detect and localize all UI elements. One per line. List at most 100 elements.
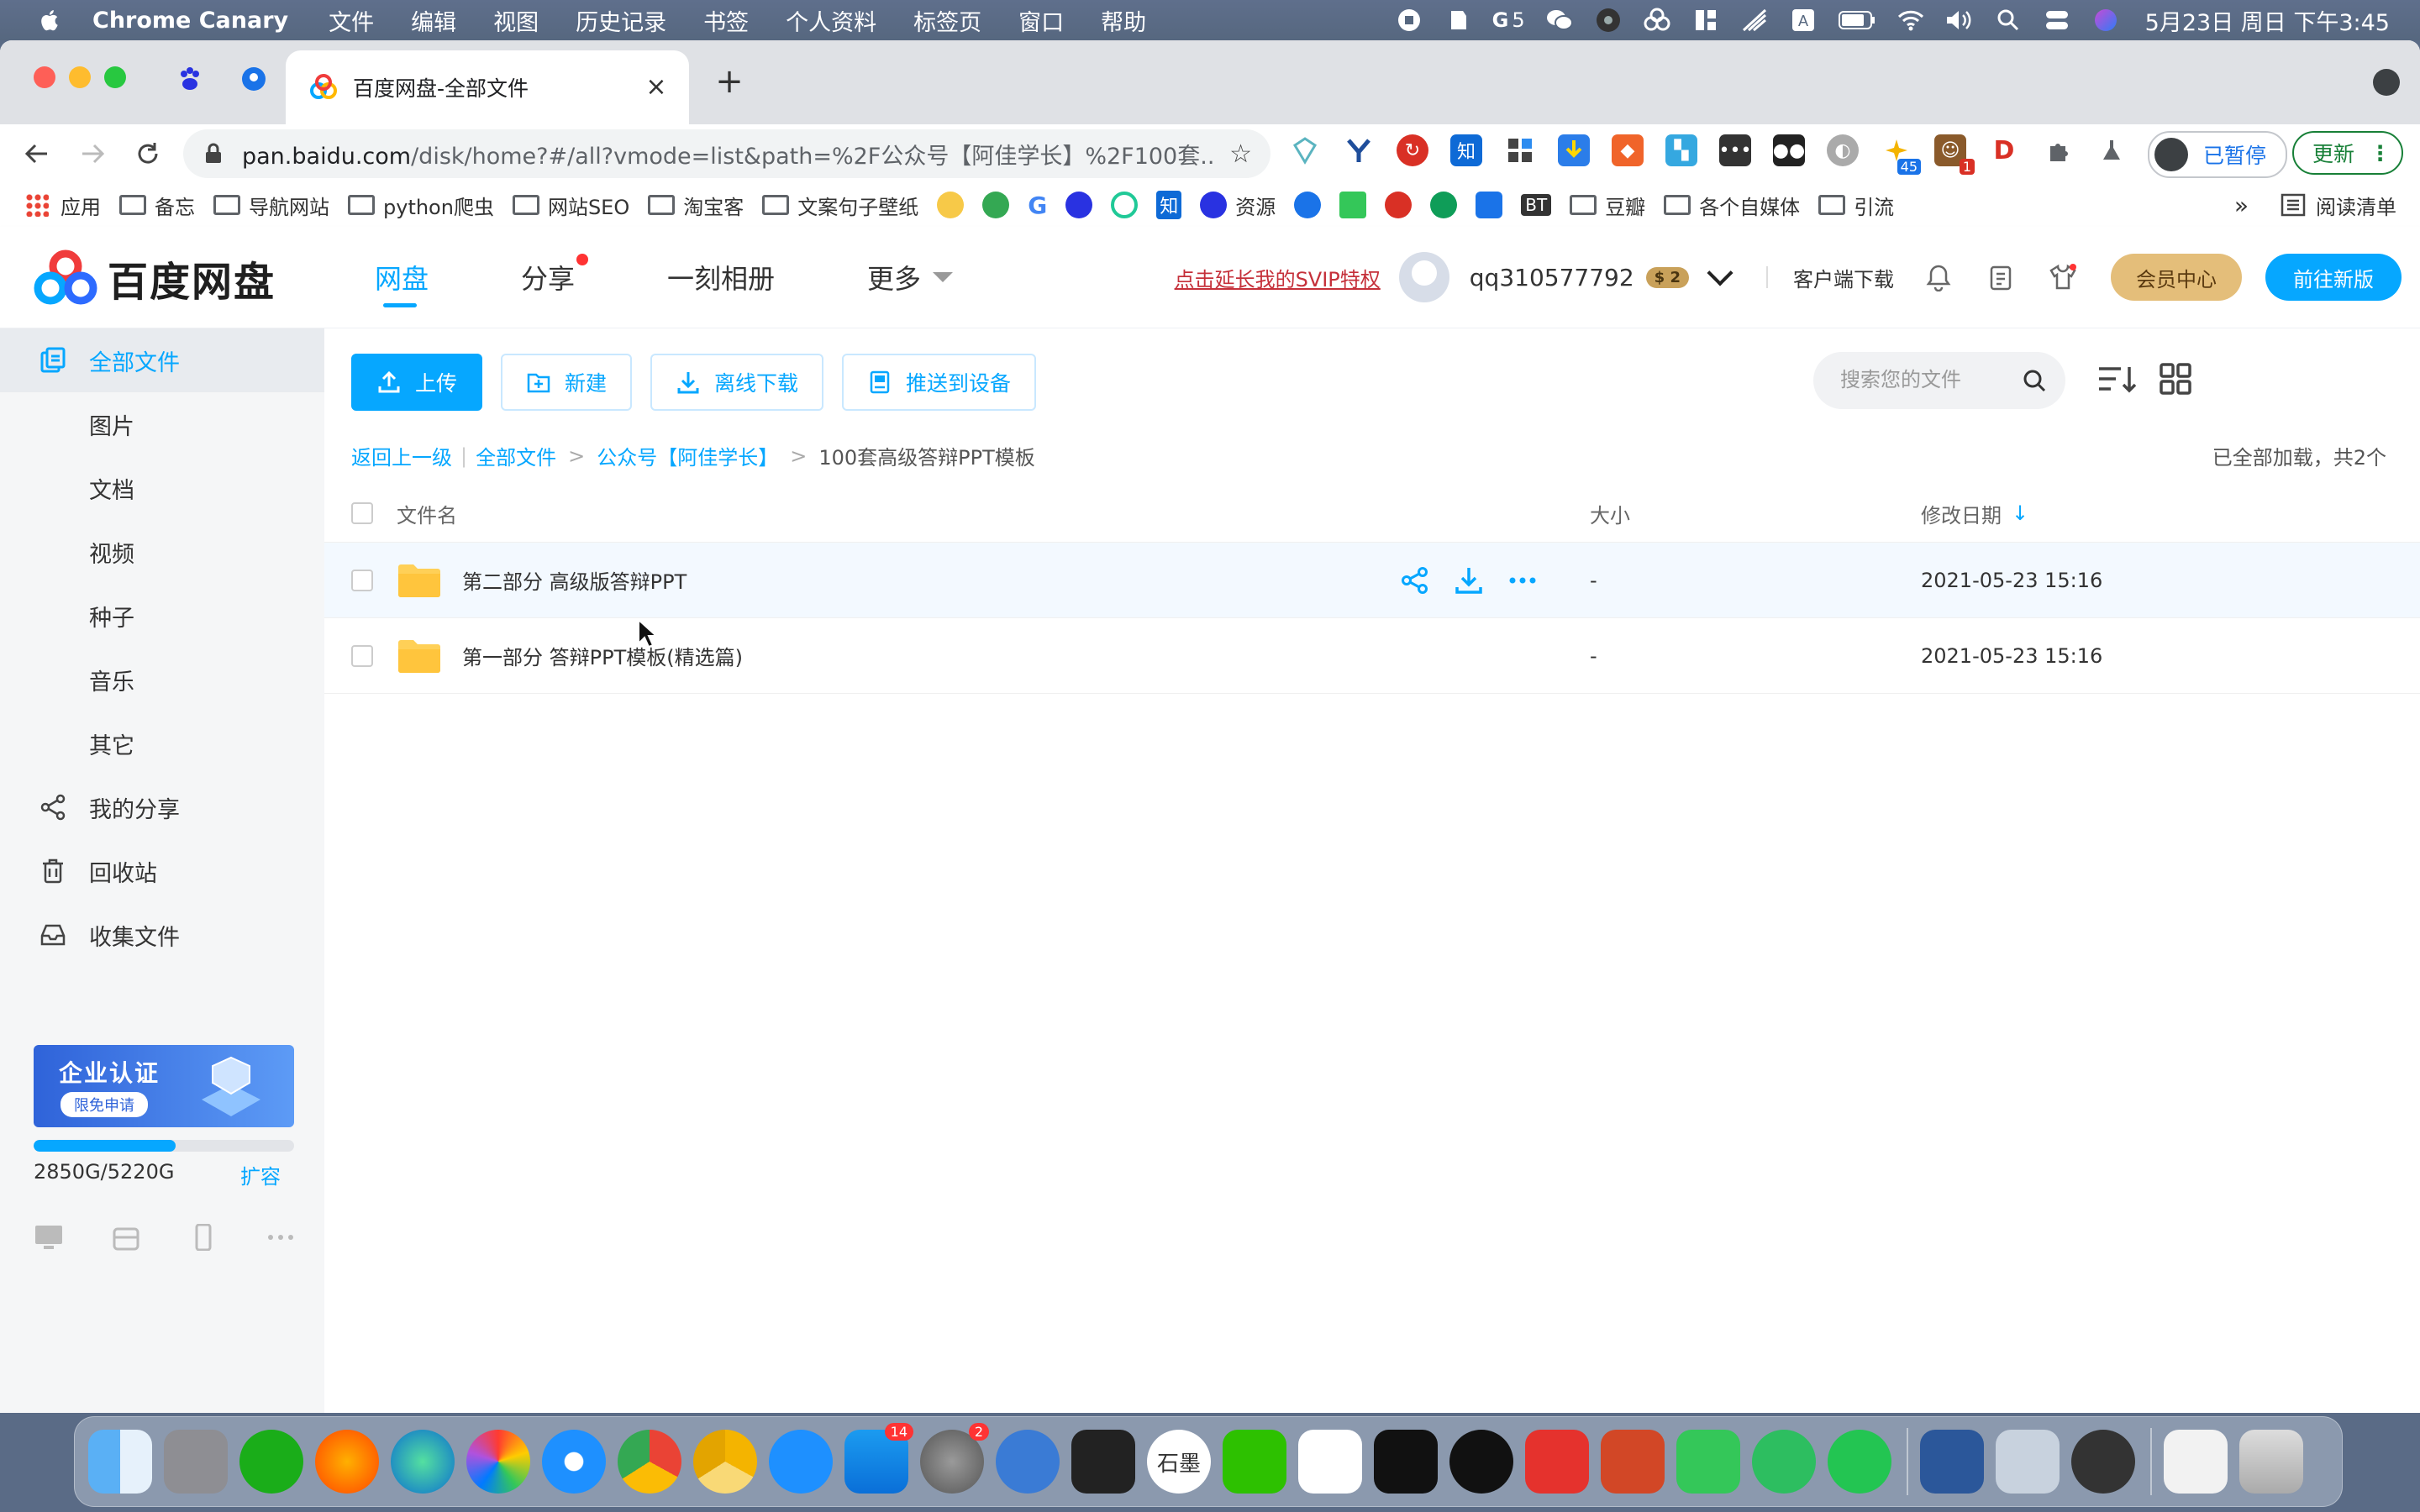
dock-launchpad-icon[interactable] bbox=[164, 1430, 228, 1494]
network-stats-icon[interactable] bbox=[1740, 6, 1769, 34]
nav-more[interactable]: 更多 bbox=[867, 227, 954, 328]
nav-netdisk[interactable]: 网盘 bbox=[375, 227, 429, 328]
search-icon[interactable] bbox=[2022, 368, 2047, 393]
push-to-device-button[interactable]: 推送到设备 bbox=[842, 354, 1037, 411]
ext-grid-icon[interactable] bbox=[1504, 134, 1536, 166]
vip-center-button[interactable]: 会员中心 bbox=[2111, 254, 2242, 301]
dock-qq-icon[interactable] bbox=[1449, 1430, 1513, 1494]
sidebar-item-docs[interactable]: 文档 bbox=[0, 456, 324, 520]
bookmark-folder-traffic[interactable]: 引流 bbox=[1818, 191, 1894, 220]
new-version-button[interactable]: 前往新版 bbox=[2265, 254, 2402, 301]
menu-file[interactable]: 文件 bbox=[329, 4, 374, 37]
bookmark-resources[interactable]: 资源 bbox=[1200, 191, 1276, 220]
ext-gem-icon[interactable] bbox=[1289, 134, 1321, 166]
bookmark-folder-nav[interactable]: 导航网站 bbox=[213, 191, 329, 220]
ext-zhihu-icon[interactable]: 知 bbox=[1450, 134, 1482, 166]
menu-edit[interactable]: 编辑 bbox=[411, 4, 456, 37]
menubar-clock[interactable]: 5月23日 周日 下午3:45 bbox=[2145, 4, 2390, 37]
breadcrumb-back[interactable]: 返回上一级 bbox=[351, 441, 452, 470]
forward-button[interactable] bbox=[74, 135, 111, 172]
android-icon[interactable] bbox=[111, 1224, 141, 1251]
menu-bookmarks[interactable]: 书签 bbox=[703, 4, 749, 37]
dock-safari-icon[interactable] bbox=[542, 1430, 606, 1494]
svip-renew-link[interactable]: 点击延长我的SVIP特权 bbox=[1175, 263, 1381, 292]
bookmark-folder-memo[interactable]: 备忘 bbox=[119, 191, 195, 220]
kebab-menu-icon[interactable]: ⋮ bbox=[2370, 141, 2391, 165]
bookmark-google-icon[interactable]: G bbox=[1028, 192, 1047, 219]
evernote-tray-icon[interactable] bbox=[1444, 6, 1472, 34]
menu-tabs[interactable]: 标签页 bbox=[913, 4, 981, 37]
dock-terminal-icon[interactable] bbox=[1374, 1430, 1438, 1494]
bookmark-folder-taobaoke[interactable]: 淘宝客 bbox=[648, 191, 744, 220]
nav-album[interactable]: 一刻相册 bbox=[667, 227, 775, 328]
bookmark-s-icon[interactable] bbox=[1476, 192, 1503, 218]
table-row[interactable]: 第二部分 高级版答辩PPT - 2021-05-23 15:16 bbox=[324, 543, 2420, 618]
bookmark-green-swirl-icon[interactable] bbox=[982, 192, 1010, 218]
dock-red-g-icon[interactable] bbox=[1525, 1430, 1589, 1494]
grid-view-icon[interactable] bbox=[2156, 362, 2195, 396]
file-search-input[interactable] bbox=[1839, 368, 2027, 393]
volume-icon[interactable] bbox=[1945, 6, 1974, 34]
dock-preview-icon[interactable] bbox=[1996, 1430, 2060, 1494]
ext-tampermonkey-icon[interactable]: ●● bbox=[1773, 134, 1805, 166]
bookmark-folder-douban[interactable]: 豆瓣 bbox=[1570, 191, 1645, 220]
more-dots-icon[interactable] bbox=[1507, 565, 1538, 596]
bookmark-folder-python[interactable]: python爬虫 bbox=[348, 191, 494, 220]
ext-red-circle-icon[interactable]: ↻ bbox=[1397, 134, 1428, 166]
sidebar-item-torrents[interactable]: 种子 bbox=[0, 584, 324, 648]
dock-word-icon[interactable] bbox=[1920, 1430, 1984, 1494]
breadcrumb-parent[interactable]: 公众号【阿佳学长】 bbox=[597, 441, 778, 470]
reload-button[interactable] bbox=[129, 135, 166, 172]
clipboard-icon[interactable] bbox=[1986, 263, 2015, 291]
chevron-down-icon[interactable] bbox=[1707, 260, 1733, 286]
bookmark-star-icon[interactable]: ☆ bbox=[1229, 139, 1252, 169]
select-all-checkbox[interactable] bbox=[351, 502, 373, 524]
row-checkbox[interactable] bbox=[351, 569, 373, 591]
ext-y-icon[interactable] bbox=[1343, 134, 1375, 166]
screen-record-icon[interactable] bbox=[1594, 6, 1623, 34]
sidebar-item-other[interactable]: 其它 bbox=[0, 711, 324, 775]
menu-help[interactable]: 帮助 bbox=[1101, 4, 1146, 37]
bookmark-baidu-paw-icon[interactable] bbox=[1065, 192, 1093, 218]
close-tab-icon[interactable]: × bbox=[644, 75, 669, 100]
user-avatar[interactable] bbox=[1398, 252, 1449, 302]
bell-icon[interactable] bbox=[1924, 263, 1953, 291]
sort-icon[interactable] bbox=[2097, 362, 2136, 396]
ext-d-icon[interactable]: D bbox=[1988, 134, 2020, 166]
file-name[interactable]: 第二部分 高级版答辩PPT bbox=[462, 565, 687, 595]
dock-firefox-icon[interactable] bbox=[315, 1430, 379, 1494]
bookmarks-overflow-button[interactable]: » bbox=[2234, 192, 2249, 219]
stop-record-icon[interactable] bbox=[1395, 6, 1423, 34]
menu-window[interactable]: 窗口 bbox=[1018, 4, 1064, 37]
bookmark-folder-seo[interactable]: 网站SEO bbox=[512, 191, 629, 220]
dock-chat-bubble-icon[interactable] bbox=[996, 1430, 1060, 1494]
dock-system-preferences-icon[interactable]: 2 bbox=[920, 1423, 989, 1494]
dock-archive-icon[interactable] bbox=[1676, 1430, 1740, 1494]
offline-download-button[interactable]: 离线下载 bbox=[650, 354, 824, 411]
ext-avatar-icon[interactable]: ☺ 1 bbox=[1934, 134, 1975, 175]
battery-icon[interactable] bbox=[1838, 6, 1876, 34]
more-dots-icon[interactable] bbox=[266, 1224, 296, 1251]
sidebar-item-my-shares[interactable]: 我的分享 bbox=[0, 775, 324, 839]
ext-tag-icon[interactable]: ◆ bbox=[1612, 134, 1644, 166]
baidu-netdisk-tray-icon[interactable] bbox=[1643, 6, 1671, 34]
menu-profiles[interactable]: 个人资料 bbox=[786, 4, 876, 37]
sidebar-item-recycle-bin[interactable]: 回收站 bbox=[0, 839, 324, 903]
tab-search-button[interactable] bbox=[2373, 69, 2400, 96]
dock-app-store-icon[interactable]: 14 bbox=[844, 1423, 913, 1494]
dock-color-wheel-icon[interactable] bbox=[466, 1430, 530, 1494]
apple-icon[interactable] bbox=[39, 8, 59, 32]
sidebar-item-all-files[interactable]: 全部文件 bbox=[0, 328, 324, 392]
lock-icon[interactable] bbox=[202, 142, 225, 165]
file-name[interactable]: 第一部分 答辩PPT模板(精选篇) bbox=[462, 641, 743, 670]
ext-gray-circle-icon[interactable]: ◐ bbox=[1827, 134, 1859, 166]
sidebar-item-collect-files[interactable]: 收集文件 bbox=[0, 903, 324, 967]
minimize-window-button[interactable] bbox=[69, 66, 91, 88]
sidebar-item-images[interactable]: 图片 bbox=[0, 392, 324, 456]
ext-download-icon[interactable] bbox=[1558, 134, 1590, 166]
menu-view[interactable]: 视图 bbox=[493, 4, 539, 37]
bookmark-folder-copywriting[interactable]: 文案句子壁纸 bbox=[762, 191, 918, 220]
tray-counter-icon[interactable]: G5 bbox=[1492, 6, 1525, 34]
dock-shimo-icon[interactable]: 石墨 bbox=[1147, 1430, 1211, 1494]
sidebar-item-music[interactable]: 音乐 bbox=[0, 648, 324, 711]
